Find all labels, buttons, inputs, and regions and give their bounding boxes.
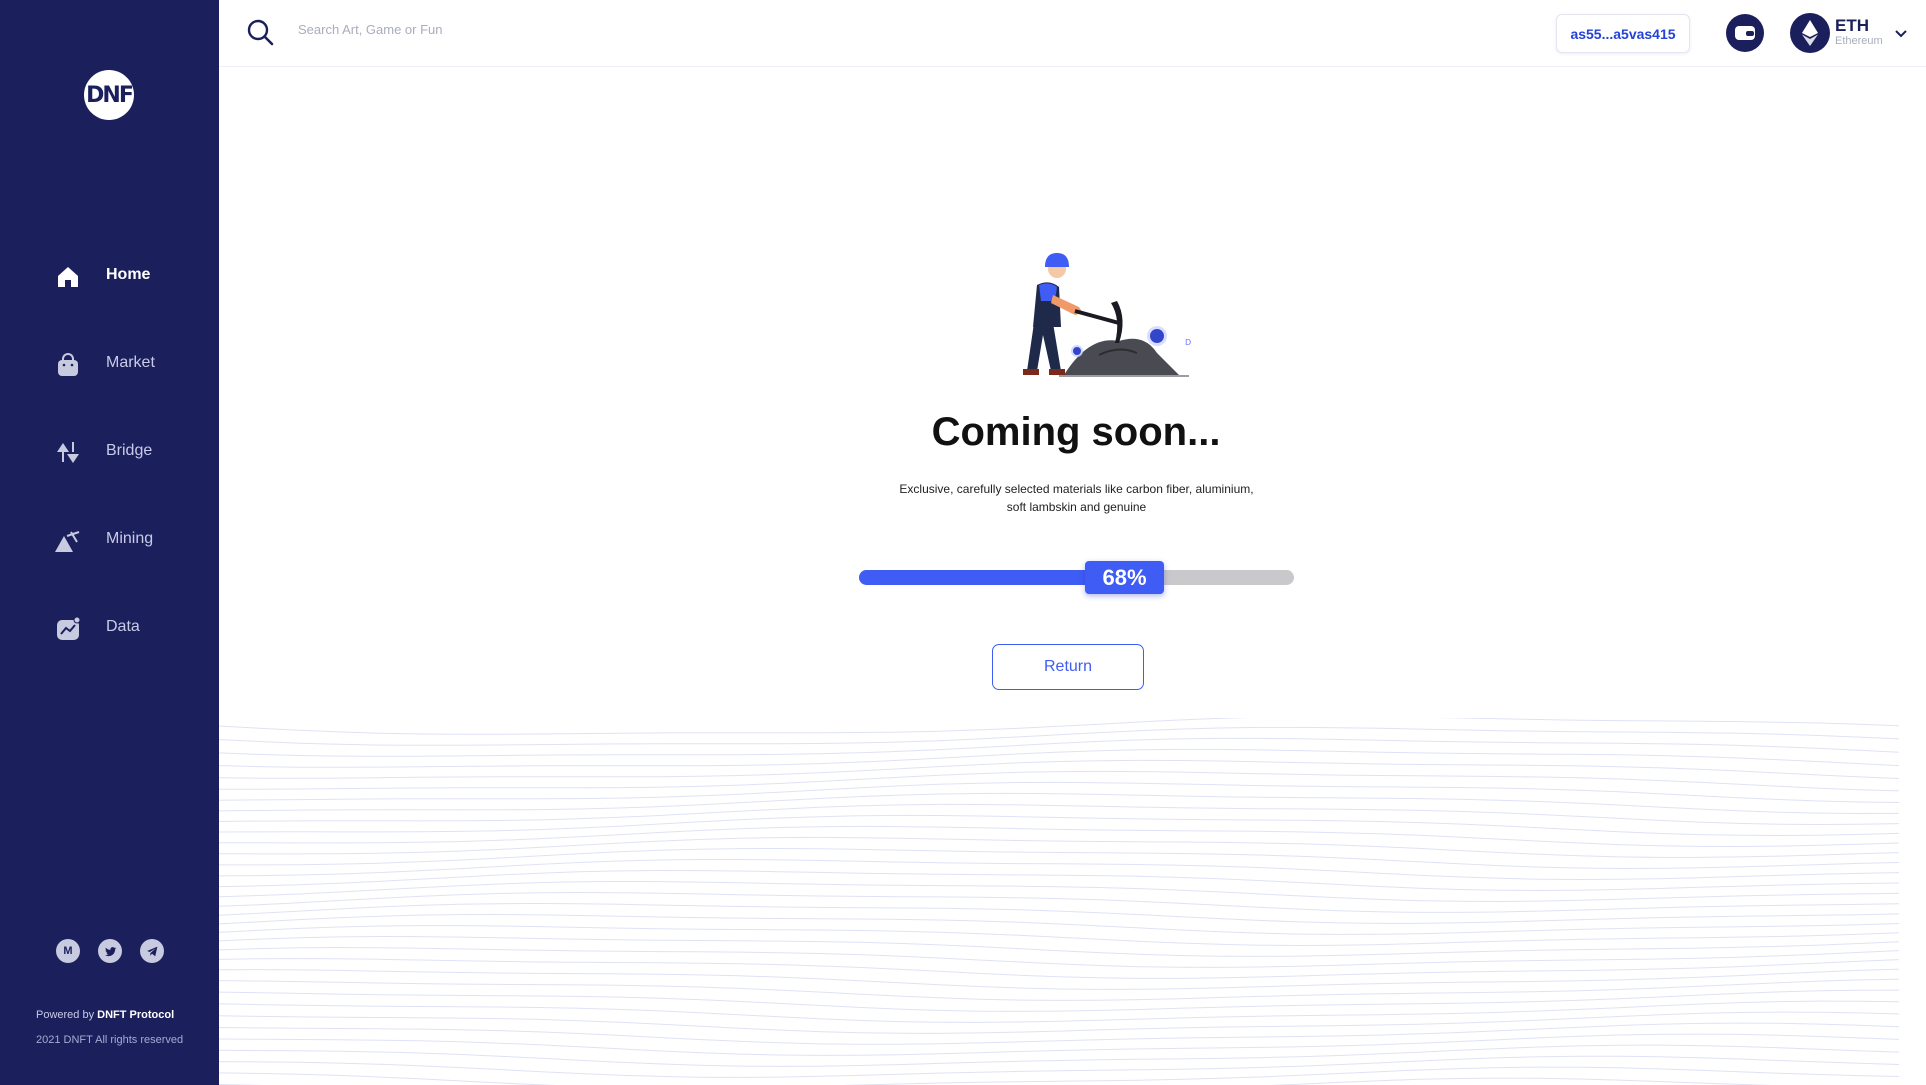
wave-line <box>219 803 1900 826</box>
progress-badge: 68% <box>1085 561 1164 594</box>
wave-background <box>219 718 1900 1085</box>
sidebar-item-bridge[interactable]: Bridge <box>0 432 219 472</box>
bag-icon <box>58 353 78 376</box>
search-input[interactable] <box>298 18 718 40</box>
wave-line <box>219 726 1900 746</box>
powered-by: Powered by DNFT Protocol <box>36 1009 174 1021</box>
sidebar: DNF Home Market Bridge Mining Data M Pow… <box>0 0 219 1085</box>
medium-glyph: M <box>63 945 73 957</box>
wave-line <box>219 1066 1900 1085</box>
powered-prefix: Powered by <box>36 1009 95 1021</box>
wallet-icon[interactable] <box>1726 14 1764 52</box>
wave-line <box>219 958 1900 979</box>
telegram-icon[interactable] <box>140 939 164 963</box>
copyright-text: 2021 DNFT All rights reserved <box>36 1034 184 1046</box>
wave-line <box>219 770 1900 792</box>
page-title: Coming soon... <box>931 410 1221 454</box>
sidebar-item-market[interactable]: Market <box>0 344 219 384</box>
sidebar-item-label: Market <box>106 354 155 371</box>
wave-line <box>219 1044 1900 1067</box>
wave-line <box>219 847 1900 870</box>
network-subtitle: Ethereum <box>1835 35 1883 47</box>
wave-line <box>219 902 1900 924</box>
wave-line <box>219 814 1900 837</box>
mining-icon <box>55 531 80 552</box>
dnf-logo[interactable]: DNF <box>84 70 134 120</box>
wave-line <box>219 781 1900 803</box>
wave-line <box>219 825 1900 848</box>
sidebar-item-label: Mining <box>106 530 154 547</box>
wallet-address-button[interactable]: as55...a5vas415 <box>1556 14 1690 53</box>
wave-line <box>219 1022 1900 1045</box>
search-icon[interactable] <box>246 18 274 46</box>
svg-text:D: D <box>1185 338 1191 347</box>
medium-icon[interactable]: M <box>56 939 80 963</box>
progress-label: 68% <box>1102 564 1147 590</box>
wave-line <box>219 869 1900 892</box>
progress-track <box>859 570 1294 585</box>
network-name[interactable]: ETH <box>1835 16 1869 36</box>
progress-fill <box>859 570 1094 585</box>
wave-line <box>219 891 1900 913</box>
sidebar-item-label: Data <box>106 618 140 635</box>
logo-text: DNF <box>86 82 134 108</box>
wallet-address: as55...a5vas415 <box>1570 25 1676 42</box>
wave-line <box>219 792 1900 815</box>
miner-illustration: D <box>1023 253 1191 377</box>
sidebar-item-label: Bridge <box>106 442 153 459</box>
page-description: Exclusive, carefully selected materials … <box>899 482 1254 514</box>
bridge-icon <box>57 442 79 463</box>
main-content: D Coming soon... Exclusive, carefully se… <box>219 68 1926 1085</box>
chevron-down-icon[interactable] <box>1894 26 1908 40</box>
home-icon <box>58 267 78 287</box>
sidebar-item-home[interactable]: Home <box>0 256 219 296</box>
return-button[interactable]: Return <box>992 644 1144 690</box>
social-links: M <box>56 939 164 963</box>
wave-line <box>219 836 1900 858</box>
twitter-icon[interactable] <box>98 939 122 963</box>
wave-line <box>219 1055 1900 1078</box>
chart-icon <box>57 616 81 640</box>
wave-line <box>219 935 1900 957</box>
wave-line <box>219 1000 1900 1023</box>
top-header: as55...a5vas415 ETH Ethereum <box>219 0 1926 67</box>
wave-line <box>219 737 1900 757</box>
powered-brand[interactable]: DNFT Protocol <box>97 1009 174 1021</box>
ethereum-icon[interactable] <box>1790 13 1830 53</box>
sidebar-item-label: Home <box>106 266 151 283</box>
wave-line <box>219 748 1900 768</box>
sidebar-item-data[interactable]: Data <box>0 608 219 648</box>
sidebar-item-mining[interactable]: Mining <box>0 520 219 560</box>
wave-line <box>219 925 1900 947</box>
wave-line <box>219 968 1900 990</box>
wave-line <box>219 759 1900 779</box>
